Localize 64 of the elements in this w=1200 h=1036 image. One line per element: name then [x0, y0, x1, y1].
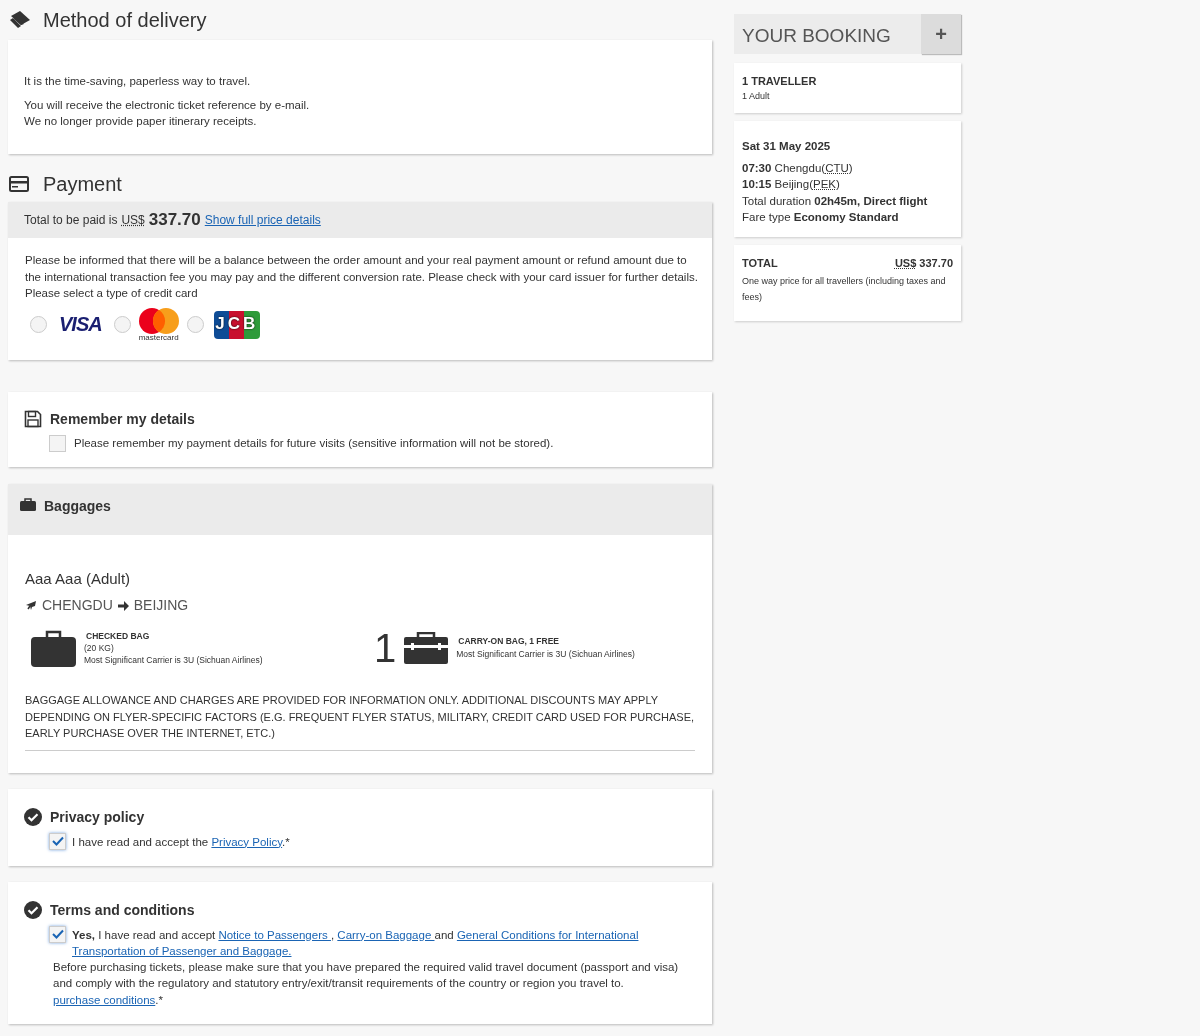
section-title: Terms and conditions	[50, 900, 195, 920]
flight-date: Sat 31 May 2025	[742, 139, 832, 154]
link[interactable]: purchase conditions	[53, 993, 156, 1006]
section-title: Remember my details	[50, 409, 195, 429]
price-details-link[interactable]: Show full price details	[204, 211, 321, 229]
radio-button[interactable]	[30, 316, 47, 333]
info-text: It is the time-saving, paperless way to travel.	[24, 74, 252, 89]
payment-notice: Please be informed that there will be a balance between the order amount and your real payment amount or refund amount due to the international transaction fee you may pay and the different conversion rate. Please check with your card issuer for further details.	[25, 253, 698, 285]
info-text: You will receive the electronic ticket reference by e-mail.	[24, 98, 311, 113]
booking-title: YOUR BOOKING	[741, 24, 892, 48]
bag-carrier: Most Significant Carrier is 3U (Sichuan Airlines)	[84, 654, 263, 667]
agreement-text: Yes, I have read and accept Notice to Passengers , Carry-on Baggage and General Conditions for International Transportation of Passenger and Baggage.	[72, 927, 639, 959]
section-title: Baggages	[44, 496, 111, 516]
total-label: Total to be paid is	[24, 212, 118, 229]
disclaimer-text: BAGGAGE ALLOWANCE AND CHARGES ARE PROVIDED FOR INFORMATION ONLY. ADDITIONAL DISCOUNTS MAY APPLY DEPENDING ON FLYER-SPECIFIC FACTORS (E.G. FREQUENT FLYER STATUS, MILITARY, CREDIT CARD USED FOR PURCHASE, EARLY PURCHASE OVER THE INTERNET, ETC.)	[25, 692, 695, 751]
section-title: Method of delivery	[43, 8, 207, 33]
checkbox-label: Please remember my payment details for future visits (sensitive information will not be stored).	[74, 435, 554, 451]
info-text: We no longer provide paper itinerary receipts.	[24, 114, 258, 129]
checkbox[interactable]	[49, 434, 66, 452]
visa-logo: VISA	[59, 316, 102, 333]
checkbox[interactable]	[49, 832, 66, 850]
passenger-name: Aaa Aaa (Adult)	[25, 568, 132, 589]
flight-time: 10:15 Beijing(PEK)	[742, 177, 841, 192]
airplane-icon	[25, 599, 37, 612]
flight-time: 07:30 Chengdu(CTU)	[742, 160, 854, 176]
currency: US$	[121, 212, 145, 229]
link[interactable]: General Conditions for International	[456, 928, 639, 941]
mastercard-logo: mastercard	[136, 307, 181, 342]
origin-city: CHENGDU	[42, 596, 113, 616]
total-label: TOTAL	[742, 255, 778, 271]
destination-city: BEIJING	[133, 596, 189, 616]
expand-button[interactable]: +	[921, 14, 961, 54]
section-title: Payment	[43, 172, 122, 197]
bag-weight: (20 KG)	[84, 642, 115, 655]
bag-count: 1	[374, 628, 397, 669]
checkbox[interactable]	[49, 925, 66, 943]
toolbox-icon	[404, 632, 449, 665]
suitcase-icon	[31, 629, 76, 668]
check-circle-icon	[24, 808, 42, 827]
link[interactable]: Transportation of Passenger and Baggage.	[72, 944, 292, 957]
bag-carrier: Most Significant Carrier is 3U (Sichuan Airlines)	[456, 648, 635, 662]
briefcase-icon	[20, 497, 36, 511]
traveller-count: 1 TRAVELLER	[742, 74, 818, 89]
link[interactable]: Carry-on Baggage	[337, 928, 435, 941]
fare-type: Fare type Economy Standard	[742, 210, 900, 225]
traveller-type: 1 Adult	[742, 89, 771, 103]
agreement-text: I have read and accept the Privacy Policy.*	[72, 834, 290, 850]
bag-title: CARRY-ON BAG, 1 FREE	[457, 635, 560, 649]
section-title: Privacy policy	[50, 807, 145, 827]
total-amount: 337.70	[148, 209, 201, 232]
bag-title: CHECKED BAG	[85, 630, 151, 643]
notice-text: Before purchasing tickets, please make sure that you have prepared the required valid travel document (passport and visa) and comply with the regulatory and statutory entry/exit/transit requirements of the country or region you travel to. purchase conditions.*	[52, 959, 680, 1008]
radio-button[interactable]	[186, 316, 204, 333]
radio-button[interactable]	[113, 316, 131, 333]
check-circle-icon	[24, 901, 42, 920]
total-amount: US$ 337.70	[894, 255, 953, 271]
flight-duration: Total duration 02h45m, Direct flight	[742, 193, 929, 209]
link[interactable]: Privacy Policy	[211, 835, 283, 848]
card-select-label: Please select a type of credit card	[25, 286, 199, 301]
save-icon	[24, 410, 42, 428]
link[interactable]: Notice to Passengers	[218, 928, 331, 941]
total-note: One way price for all travellers (including taxes and fees)	[742, 275, 947, 304]
arrow-icon	[117, 599, 129, 612]
credit-card-icon	[9, 176, 29, 192]
